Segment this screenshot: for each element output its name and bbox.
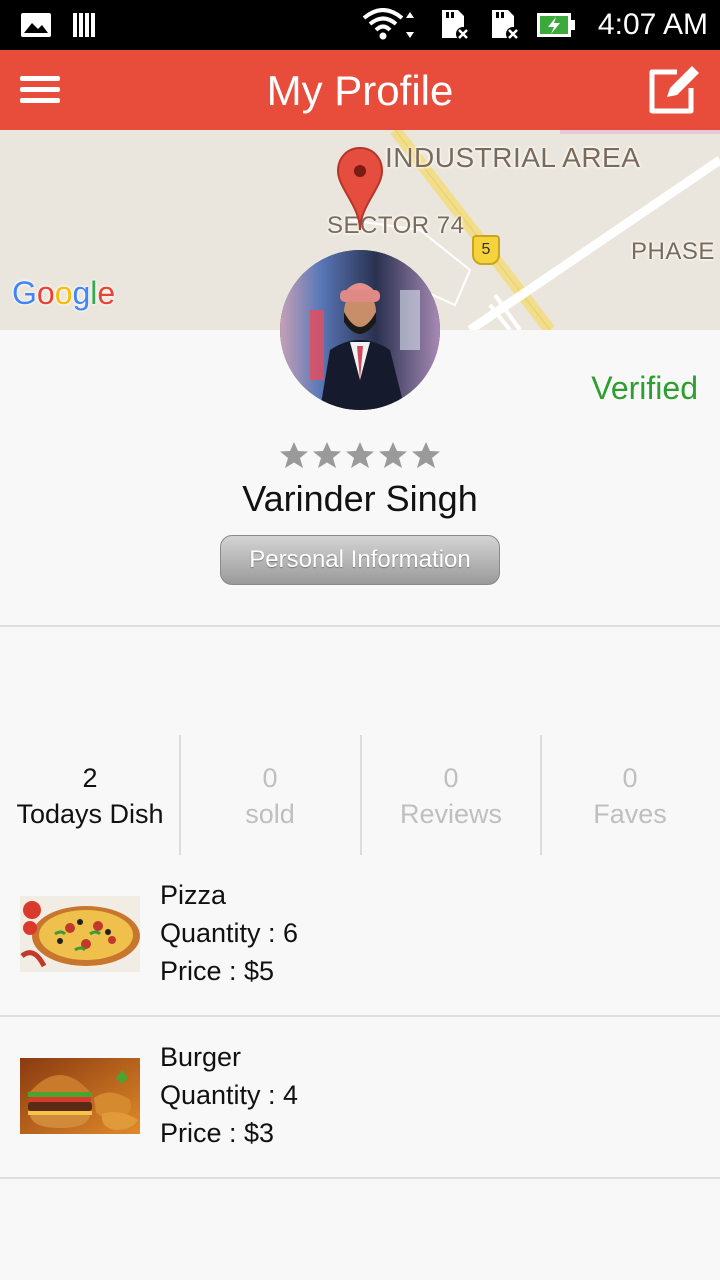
burger-image xyxy=(20,1058,140,1134)
edit-icon xyxy=(649,66,699,114)
rating-stars[interactable] xyxy=(279,440,441,474)
stat-todays-dish[interactable]: 2 Todays Dish xyxy=(0,735,180,855)
verified-badge: Verified xyxy=(591,370,698,406)
stat-faves[interactable]: 0 Faves xyxy=(540,735,720,855)
list-item[interactable]: Pizza Quantity : 6 Price : $5 xyxy=(0,856,720,1016)
star-icon[interactable] xyxy=(378,440,408,470)
dish-quantity: Quantity : 4 xyxy=(160,1080,299,1110)
divider xyxy=(0,1177,720,1179)
pizza-image xyxy=(20,896,140,972)
stat-reviews[interactable]: 0 Reviews xyxy=(361,735,541,855)
edit-profile-button[interactable] xyxy=(642,58,706,122)
stat-label: sold xyxy=(245,799,295,829)
page-title: My Profile xyxy=(266,67,454,114)
stat-value: 0 xyxy=(443,763,459,793)
dish-price: Price : $5 xyxy=(160,956,275,986)
star-icon[interactable] xyxy=(312,440,342,470)
sd-card-icon xyxy=(438,0,472,50)
star-icon[interactable] xyxy=(279,440,309,470)
dish-details: Burger Quantity : 4 Price : $3 xyxy=(160,1038,298,1152)
list-item[interactable]: Burger Quantity : 4 Price : $3 xyxy=(0,1018,720,1178)
battery-charging-icon xyxy=(536,0,576,50)
image-icon xyxy=(20,0,52,50)
stat-label: Todays Dish xyxy=(16,799,164,829)
user-name: Varinder Singh xyxy=(242,478,478,519)
divider xyxy=(0,1015,720,1017)
google-logo: Google xyxy=(12,275,116,311)
divider xyxy=(0,625,720,627)
personal-information-button[interactable]: Personal Information xyxy=(220,535,500,585)
dish-name: Burger xyxy=(160,1042,242,1072)
menu-icon xyxy=(20,76,60,103)
stat-value: 0 xyxy=(622,763,638,793)
status-bar: 4:07 AM xyxy=(0,0,720,50)
app-bar: My Profile xyxy=(0,50,720,130)
dish-price: Price : $3 xyxy=(160,1118,275,1148)
sd-card-icon xyxy=(488,0,522,50)
stat-value: 0 xyxy=(262,763,278,793)
stat-value: 2 xyxy=(82,763,98,793)
dish-name: Pizza xyxy=(160,880,227,910)
avatar[interactable] xyxy=(280,250,440,410)
dish-details: Pizza Quantity : 6 Price : $5 xyxy=(160,876,298,990)
sim-bars-icon xyxy=(72,0,98,50)
dish-quantity: Quantity : 6 xyxy=(160,918,299,948)
map-label-phase: PHASE 8 xyxy=(631,238,720,265)
stat-sold[interactable]: 0 sold xyxy=(180,735,360,855)
wifi-icon xyxy=(362,0,416,50)
stat-label: Faves xyxy=(593,799,667,829)
map-label-industrial-area: INDUSTRIAL AREA xyxy=(385,142,641,173)
star-icon[interactable] xyxy=(345,440,375,470)
stat-label: Reviews xyxy=(399,799,503,829)
star-icon[interactable] xyxy=(411,440,441,470)
clock: 4:07 AM xyxy=(597,8,708,41)
menu-button[interactable] xyxy=(10,60,70,120)
highway-shield: 5 xyxy=(472,235,500,265)
